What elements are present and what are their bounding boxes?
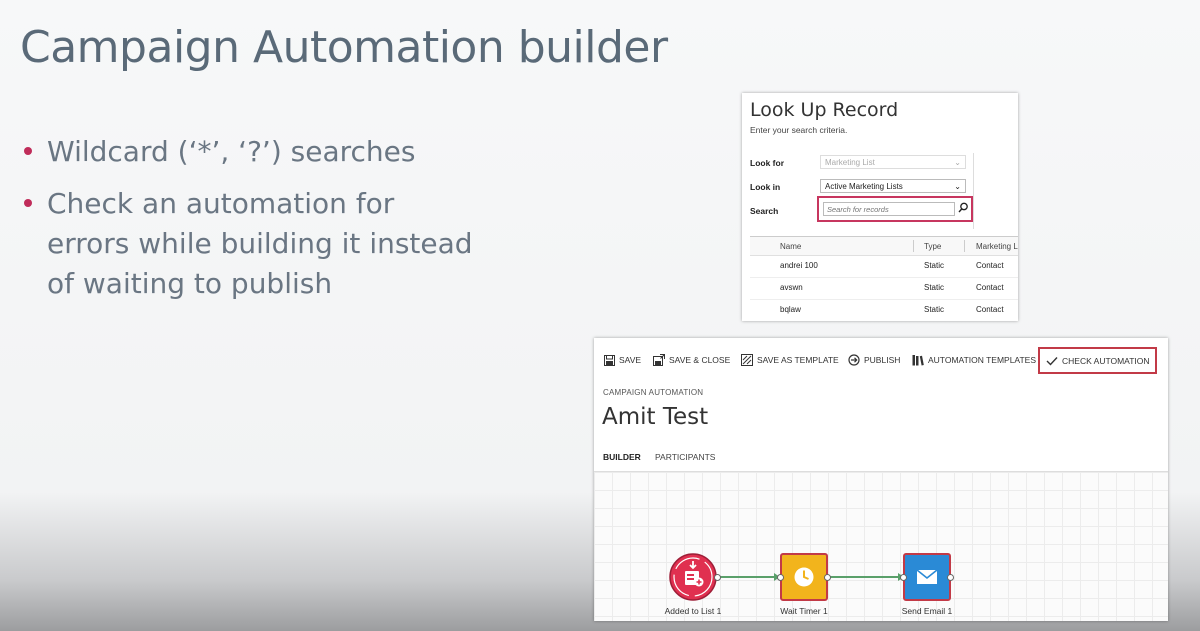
- chevron-down-icon: ⌄: [954, 182, 961, 191]
- table-row[interactable]: avswn Static Contact: [750, 278, 1018, 300]
- lookup-record-dialog: Look Up Record Enter your search criteri…: [742, 93, 1018, 321]
- column-divider: [964, 240, 965, 252]
- look-in-value: Active Marketing Lists: [825, 182, 903, 191]
- look-for-select[interactable]: Marketing List ⌄: [820, 155, 966, 169]
- look-in-select[interactable]: Active Marketing Lists ⌄: [820, 179, 966, 193]
- email-icon: [903, 553, 951, 601]
- cell-type: Static: [924, 261, 945, 270]
- table-row[interactable]: andrei 100 Static Contact: [750, 256, 1018, 278]
- lookup-title: Look Up Record: [750, 99, 899, 121]
- slide-title: Campaign Automation builder: [20, 22, 668, 73]
- search-input[interactable]: [823, 202, 955, 216]
- connector-line: [718, 576, 774, 578]
- results-table: Name Type Marketing Li andrei 100 Static…: [750, 236, 1018, 321]
- connector-port[interactable]: [947, 574, 954, 581]
- look-in-label: Look in: [750, 182, 781, 192]
- publish-label: PUBLISH: [864, 355, 901, 365]
- save-as-template-button[interactable]: SAVE AS TEMPLATE: [741, 353, 839, 367]
- node-label: Send Email 1: [901, 606, 953, 616]
- publish-button[interactable]: PUBLISH: [848, 353, 900, 367]
- bullet-text: Check an automation for errors while bui…: [47, 187, 473, 300]
- divider: [973, 153, 974, 229]
- check-automation-label: CHECK AUTOMATION: [1062, 356, 1150, 366]
- automation-templates-button[interactable]: AUTOMATION TEMPLATES: [912, 353, 1036, 367]
- column-header-type[interactable]: Type: [924, 242, 941, 251]
- bullet-dot-icon: [24, 199, 32, 207]
- node-added-to-list[interactable]: [669, 553, 717, 601]
- look-for-value: Marketing List: [825, 158, 875, 167]
- cell-member: Contact: [976, 283, 1004, 292]
- cell-name: andrei 100: [780, 261, 818, 270]
- bullet-item: Check an automation for errors while bui…: [22, 184, 482, 304]
- books-icon: [912, 355, 924, 366]
- cell-type: Static: [924, 305, 945, 314]
- node-wait-timer[interactable]: [780, 553, 828, 601]
- lookup-subtitle: Enter your search criteria.: [750, 125, 848, 135]
- floppy-disk-icon: [604, 354, 615, 366]
- save-button[interactable]: SAVE: [604, 353, 641, 367]
- connector-port[interactable]: [824, 574, 831, 581]
- save-and-close-button[interactable]: SAVE & CLOSE: [653, 353, 730, 367]
- template-icon: [741, 354, 753, 366]
- search-label: Search: [750, 206, 779, 216]
- builder-canvas[interactable]: Added to List 1 Wait Timer 1 Send Email …: [594, 471, 1168, 621]
- column-header-name[interactable]: Name: [780, 242, 801, 251]
- publish-icon: [848, 354, 860, 366]
- search-highlight-box: [817, 196, 973, 222]
- column-header-member[interactable]: Marketing Li: [976, 242, 1018, 251]
- chevron-down-icon: ⌄: [954, 158, 961, 167]
- templates-label: AUTOMATION TEMPLATES: [928, 355, 1036, 365]
- node-send-email[interactable]: [903, 553, 951, 601]
- cell-member: Contact: [976, 261, 1004, 270]
- save-close-label: SAVE & CLOSE: [669, 355, 731, 365]
- node-label: Wait Timer 1: [780, 606, 828, 616]
- cell-name: avswn: [780, 283, 803, 292]
- cell-name: bqlaw: [780, 305, 801, 314]
- column-divider: [913, 240, 914, 252]
- automation-name: Amit Test: [602, 404, 709, 430]
- bullet-dot-icon: [24, 147, 32, 155]
- check-automation-button[interactable]: CHECK AUTOMATION: [1046, 354, 1150, 368]
- breadcrumb: CAMPAIGN AUTOMATION: [603, 388, 704, 397]
- search-icon[interactable]: [957, 201, 969, 215]
- tab-participants[interactable]: PARTICIPANTS: [655, 452, 715, 462]
- node-label: Added to List 1: [664, 606, 722, 616]
- connector-port[interactable]: [777, 574, 784, 581]
- campaign-automation-panel: SAVE SAVE & CLOSE SAVE AS TEMPLATE PUBLI…: [594, 338, 1168, 621]
- cell-type: Static: [924, 283, 945, 292]
- connector-port[interactable]: [714, 574, 721, 581]
- bullet-item: Wildcard (‘*’, ‘?’) searches: [22, 132, 482, 172]
- bullet-text: Wildcard (‘*’, ‘?’) searches: [47, 135, 416, 168]
- check-automation-highlight: CHECK AUTOMATION: [1038, 347, 1157, 374]
- connector-line: [828, 576, 898, 578]
- list-add-icon: [669, 553, 717, 601]
- checkmark-icon: [1046, 357, 1058, 366]
- save-label: SAVE: [619, 355, 642, 365]
- bullet-list: Wildcard (‘*’, ‘?’) searches Check an au…: [22, 132, 482, 316]
- look-for-label: Look for: [750, 158, 784, 168]
- save-close-icon: [653, 354, 665, 366]
- timer-icon: [780, 553, 828, 601]
- table-row[interactable]: bqlaw Static Contact: [750, 300, 1018, 321]
- table-header: Name Type Marketing Li: [750, 236, 1018, 256]
- toolbar: SAVE SAVE & CLOSE SAVE AS TEMPLATE PUBLI…: [594, 338, 1168, 382]
- connector-port[interactable]: [900, 574, 907, 581]
- cell-member: Contact: [976, 305, 1004, 314]
- tab-builder[interactable]: BUILDER: [603, 452, 641, 462]
- save-template-label: SAVE AS TEMPLATE: [757, 355, 839, 365]
